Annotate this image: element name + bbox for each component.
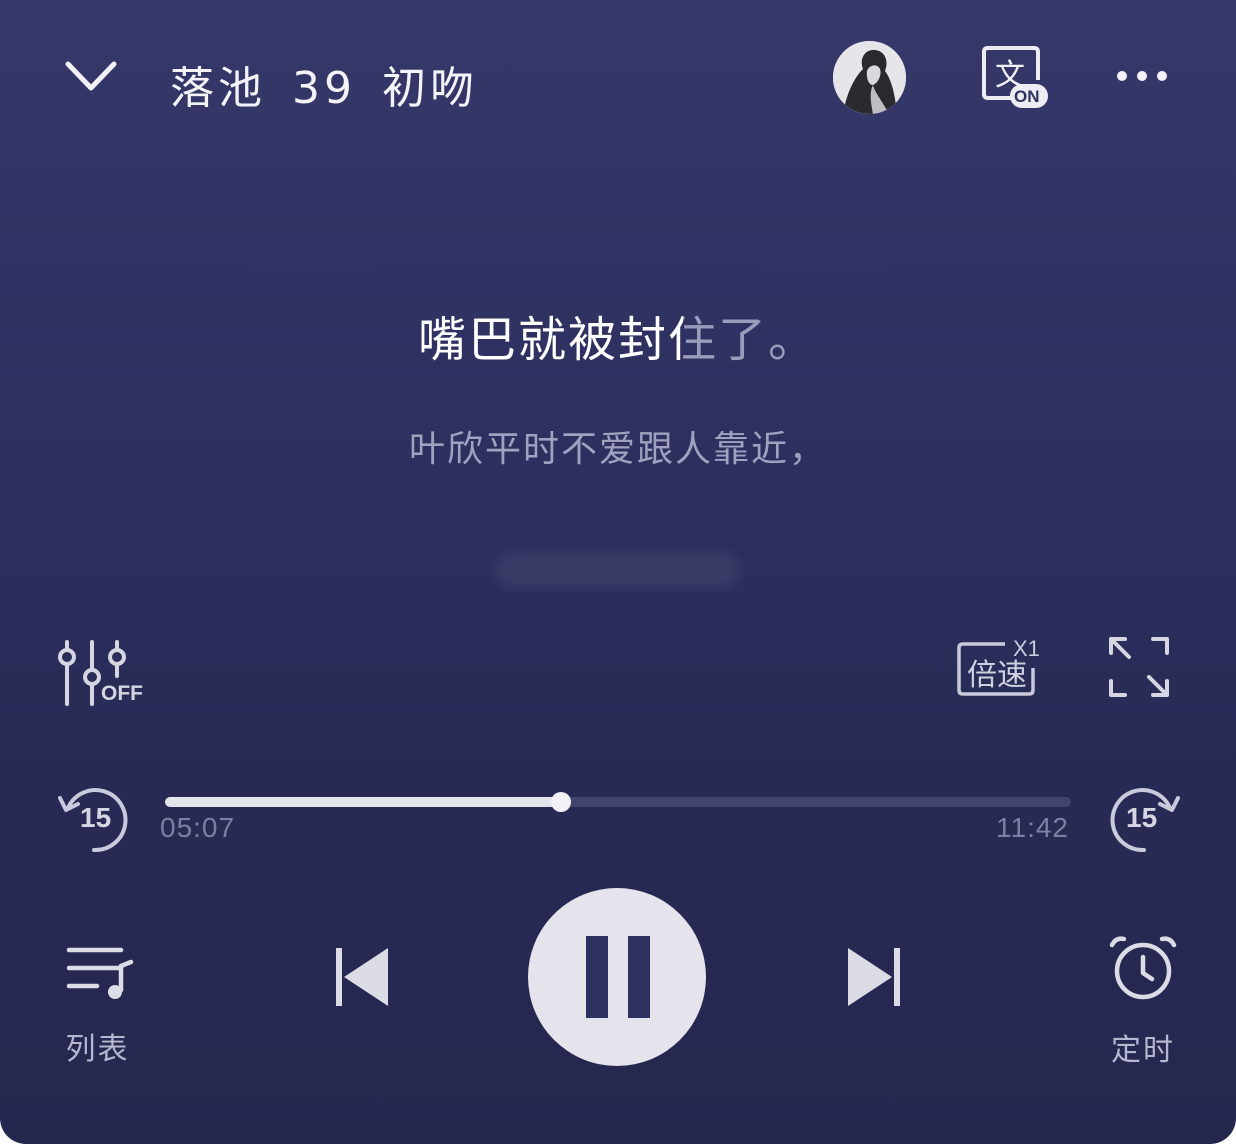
rewind-seconds: 15 <box>80 802 112 833</box>
fullscreen-icon <box>1109 637 1169 697</box>
current-lyric-line: 嘴巴就被封住了。 <box>0 300 1236 370</box>
speed-button[interactable]: 倍速 X1 <box>955 632 1050 704</box>
previous-button[interactable] <box>330 942 394 1012</box>
page-title: 落池 39 初吻 <box>170 52 504 116</box>
elapsed-time: 05:07 <box>160 812 236 843</box>
equalizer-state: OFF <box>101 682 143 705</box>
more-icon <box>1117 71 1167 81</box>
pause-button[interactable] <box>528 888 706 1066</box>
avatar-image <box>833 41 906 114</box>
progress-thumb[interactable] <box>550 792 571 812</box>
lyric-unsung-text: 了。 <box>718 312 819 368</box>
next-button[interactable] <box>842 942 906 1012</box>
title-chapter-name: 初吻 <box>382 63 478 114</box>
avatar[interactable] <box>833 41 906 114</box>
more-button[interactable] <box>1112 56 1172 96</box>
next-lyric-line: 叶欣平时不爱跟人靠近， <box>408 429 827 470</box>
subtitle-toggle-button[interactable]: 文 ON <box>980 44 1050 110</box>
lyric-partial-char: 住 <box>667 312 718 368</box>
sleep-timer-button[interactable]: 定时 <box>1098 933 1188 1068</box>
playlist-label: 列表 <box>65 1032 130 1067</box>
next-icon <box>848 948 900 1006</box>
title-chapter-number: 39 <box>292 63 356 114</box>
forward-seconds: 15 <box>1126 802 1158 833</box>
audio-player: 落池 39 初吻 文 ON 嘴巴就被封住了。 叶欣平时不爱跟人靠近， OFF 倍… <box>0 0 1236 1144</box>
equalizer-button[interactable]: OFF <box>50 636 150 712</box>
rewind-15-button[interactable]: 15 <box>54 784 134 856</box>
timer-label: 定时 <box>1111 1033 1175 1068</box>
previous-icon <box>336 948 388 1006</box>
blurred-lyric-line <box>495 552 740 588</box>
fullscreen-button[interactable] <box>1105 633 1175 703</box>
chevron-down-icon <box>65 61 117 91</box>
alarm-clock-icon <box>1109 936 1177 1000</box>
pause-icon <box>586 936 650 1018</box>
lyric-sung-text: 嘴巴就被封 <box>417 312 668 368</box>
forward-15-button[interactable]: 15 <box>1104 784 1184 856</box>
collapse-button[interactable] <box>58 50 124 102</box>
subtitle-state: ON <box>1014 87 1040 106</box>
total-time: 11:42 <box>996 812 1069 843</box>
progress-fill <box>165 797 561 807</box>
speed-value: X1 <box>1013 636 1040 661</box>
progress-bar[interactable] <box>165 792 1071 812</box>
playlist-icon <box>66 947 134 999</box>
playlist-button[interactable]: 列表 <box>55 938 140 1067</box>
title-book: 落池 <box>170 63 266 114</box>
